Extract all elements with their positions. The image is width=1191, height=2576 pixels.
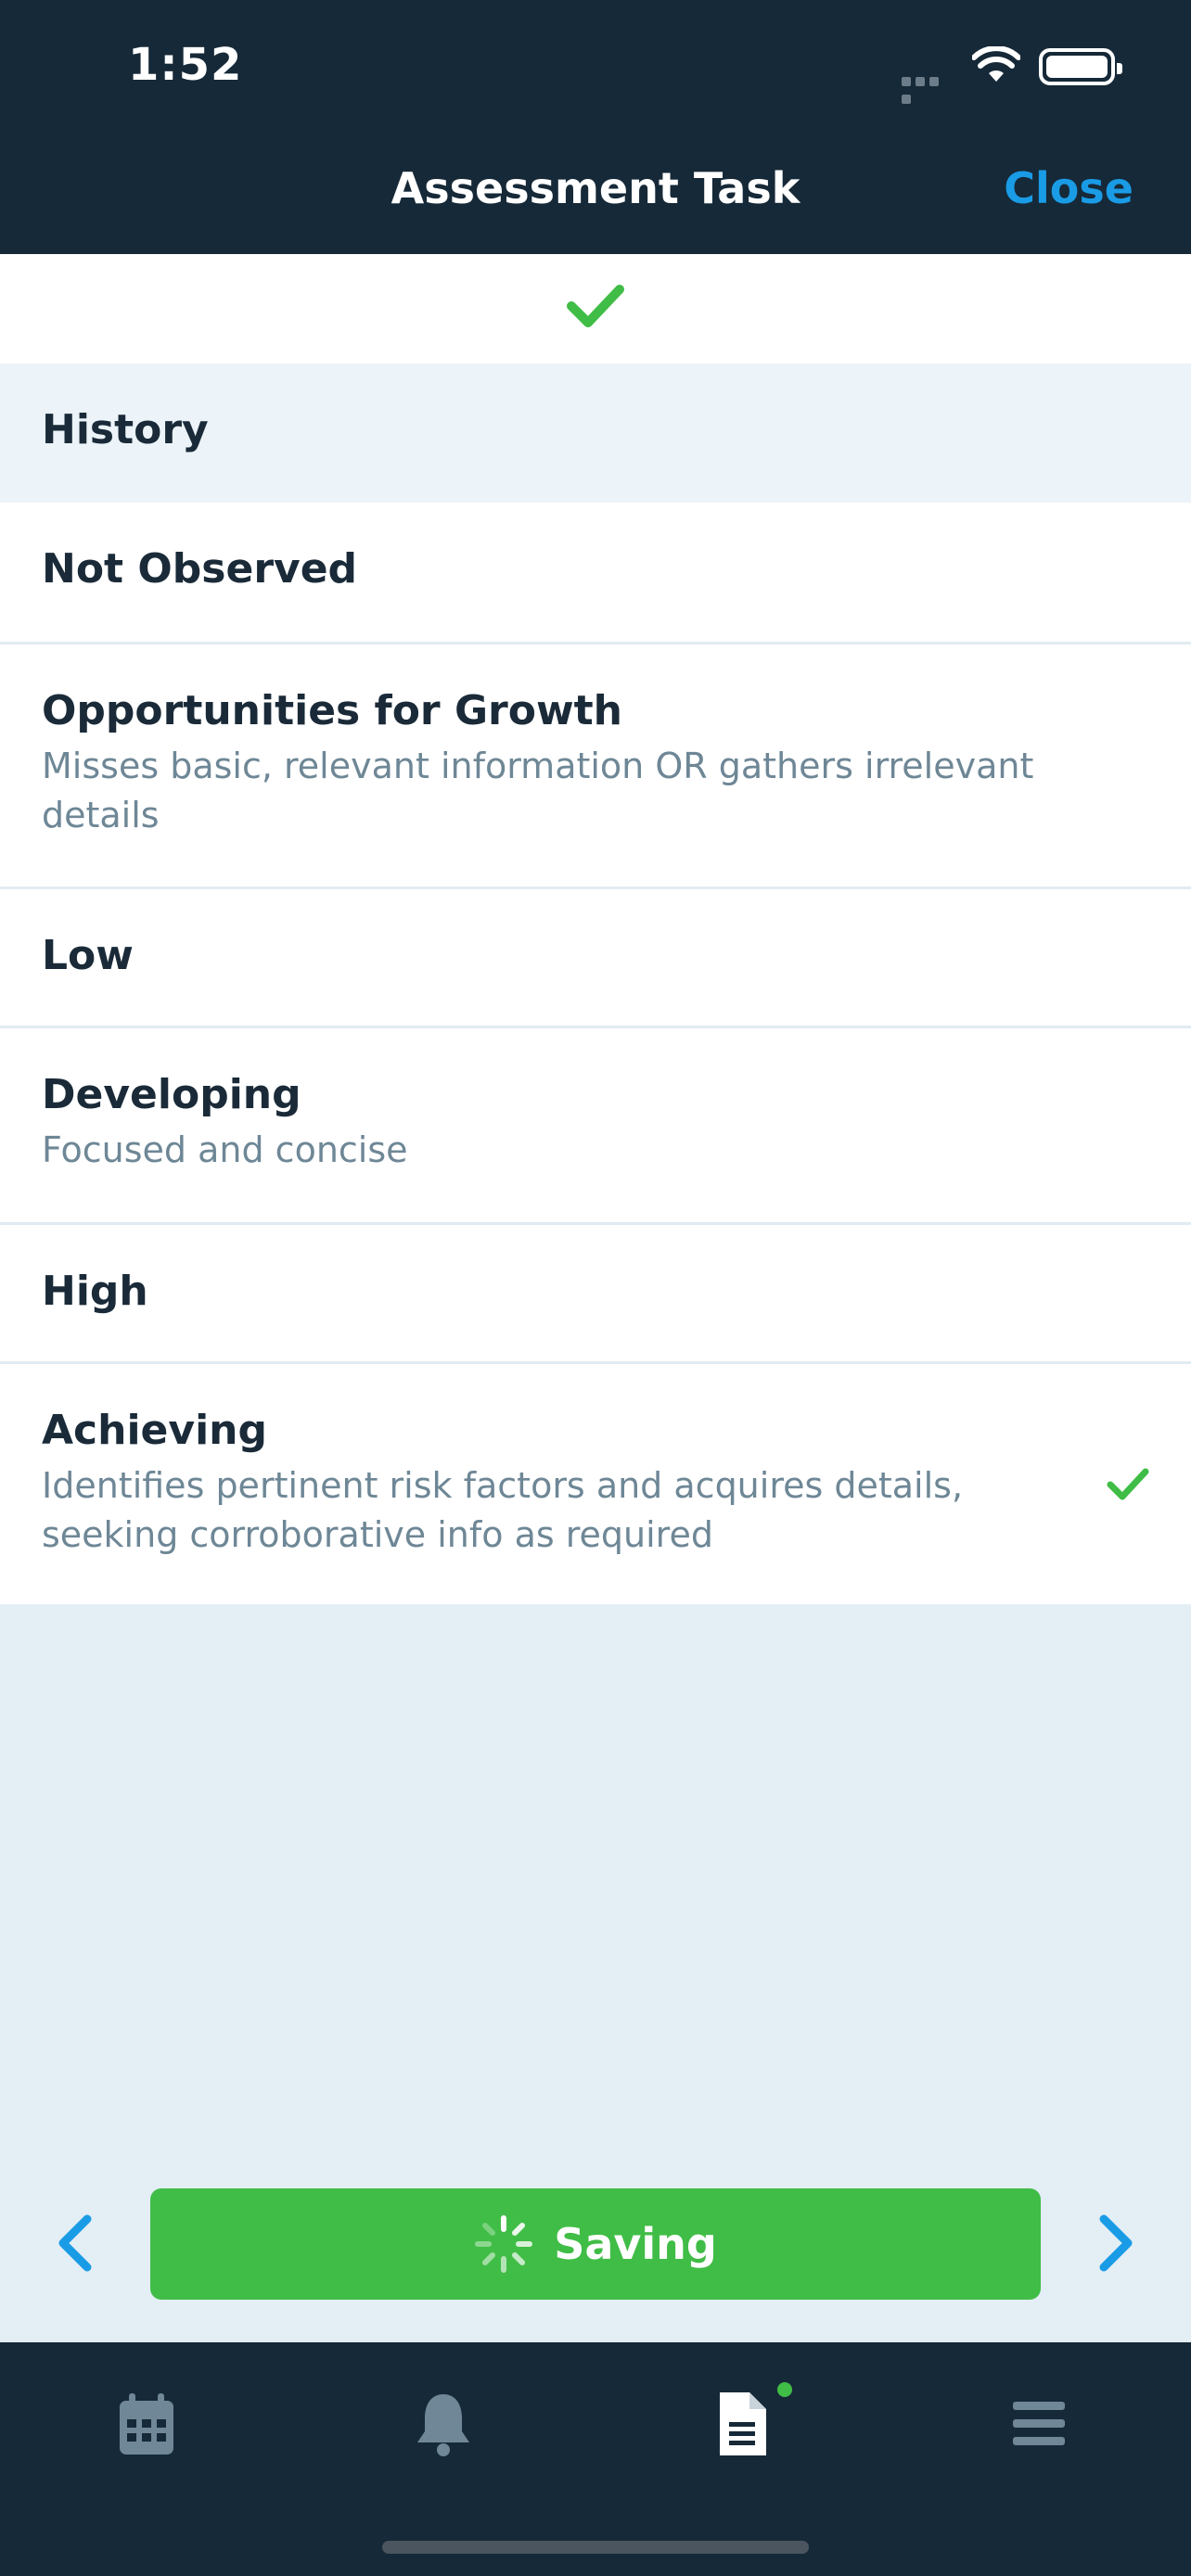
chevron-right-icon [1099,2214,1133,2271]
tab-bar [0,2342,1191,2576]
checkmark-icon [567,285,624,327]
previous-button[interactable] [46,2211,102,2277]
document-icon [720,2392,766,2455]
rating-options-list: Not Observed Opportunities for Growth Mi… [0,503,1191,1604]
signal-icon [902,72,955,104]
spinner-icon [475,2215,533,2273]
saving-button[interactable]: Saving [150,2188,1041,2300]
home-indicator [382,2541,809,2554]
calendar-icon [120,2393,173,2455]
tab-menu[interactable] [992,2378,1085,2470]
option-title: Not Observed [42,545,358,593]
option-high[interactable]: High [0,1222,1191,1361]
bell-icon [417,2394,469,2456]
option-description: Identifies pertinent risk factors and ac… [42,1465,964,1555]
status-bar: 1:52 [0,0,1191,139]
close-button[interactable]: Close [1004,163,1133,213]
navigation-bar: Assessment Task Close [0,139,1191,254]
chevron-left-icon [58,2214,92,2271]
tab-calendar[interactable] [100,2378,193,2470]
saving-label: Saving [554,2219,717,2269]
status-time: 1:52 [128,39,243,91]
option-title: Low [42,932,134,979]
menu-icon [1013,2402,1065,2445]
selected-checkmark-icon [1107,1468,1149,1499]
option-title: Developing [42,1071,301,1118]
tab-notifications[interactable] [397,2378,490,2470]
option-not-observed[interactable]: Not Observed [0,503,1191,642]
wifi-icon [972,46,1020,82]
option-opportunities-for-growth[interactable]: Opportunities for Growth Misses basic, r… [0,642,1191,886]
tab-assessments[interactable] [696,2378,788,2470]
bottom-actions: Saving [0,2188,1191,2300]
option-title: Achieving [42,1407,267,1454]
option-title: Opportunities for Growth [42,687,622,734]
option-title: High [42,1268,148,1315]
option-developing[interactable]: Developing Focused and concise [0,1026,1191,1222]
notification-dot [777,2382,792,2397]
option-description: Misses basic, relevant information OR ga… [42,746,1034,835]
battery-icon [1039,48,1122,85]
section-title: History [42,406,209,453]
option-low[interactable]: Low [0,886,1191,1026]
section-header: History [0,363,1191,503]
option-description: Focused and concise [42,1129,408,1170]
next-button[interactable] [1089,2211,1145,2277]
completion-strip [0,254,1191,363]
option-achieving[interactable]: Achieving Identifies pertinent risk fact… [0,1361,1191,1604]
